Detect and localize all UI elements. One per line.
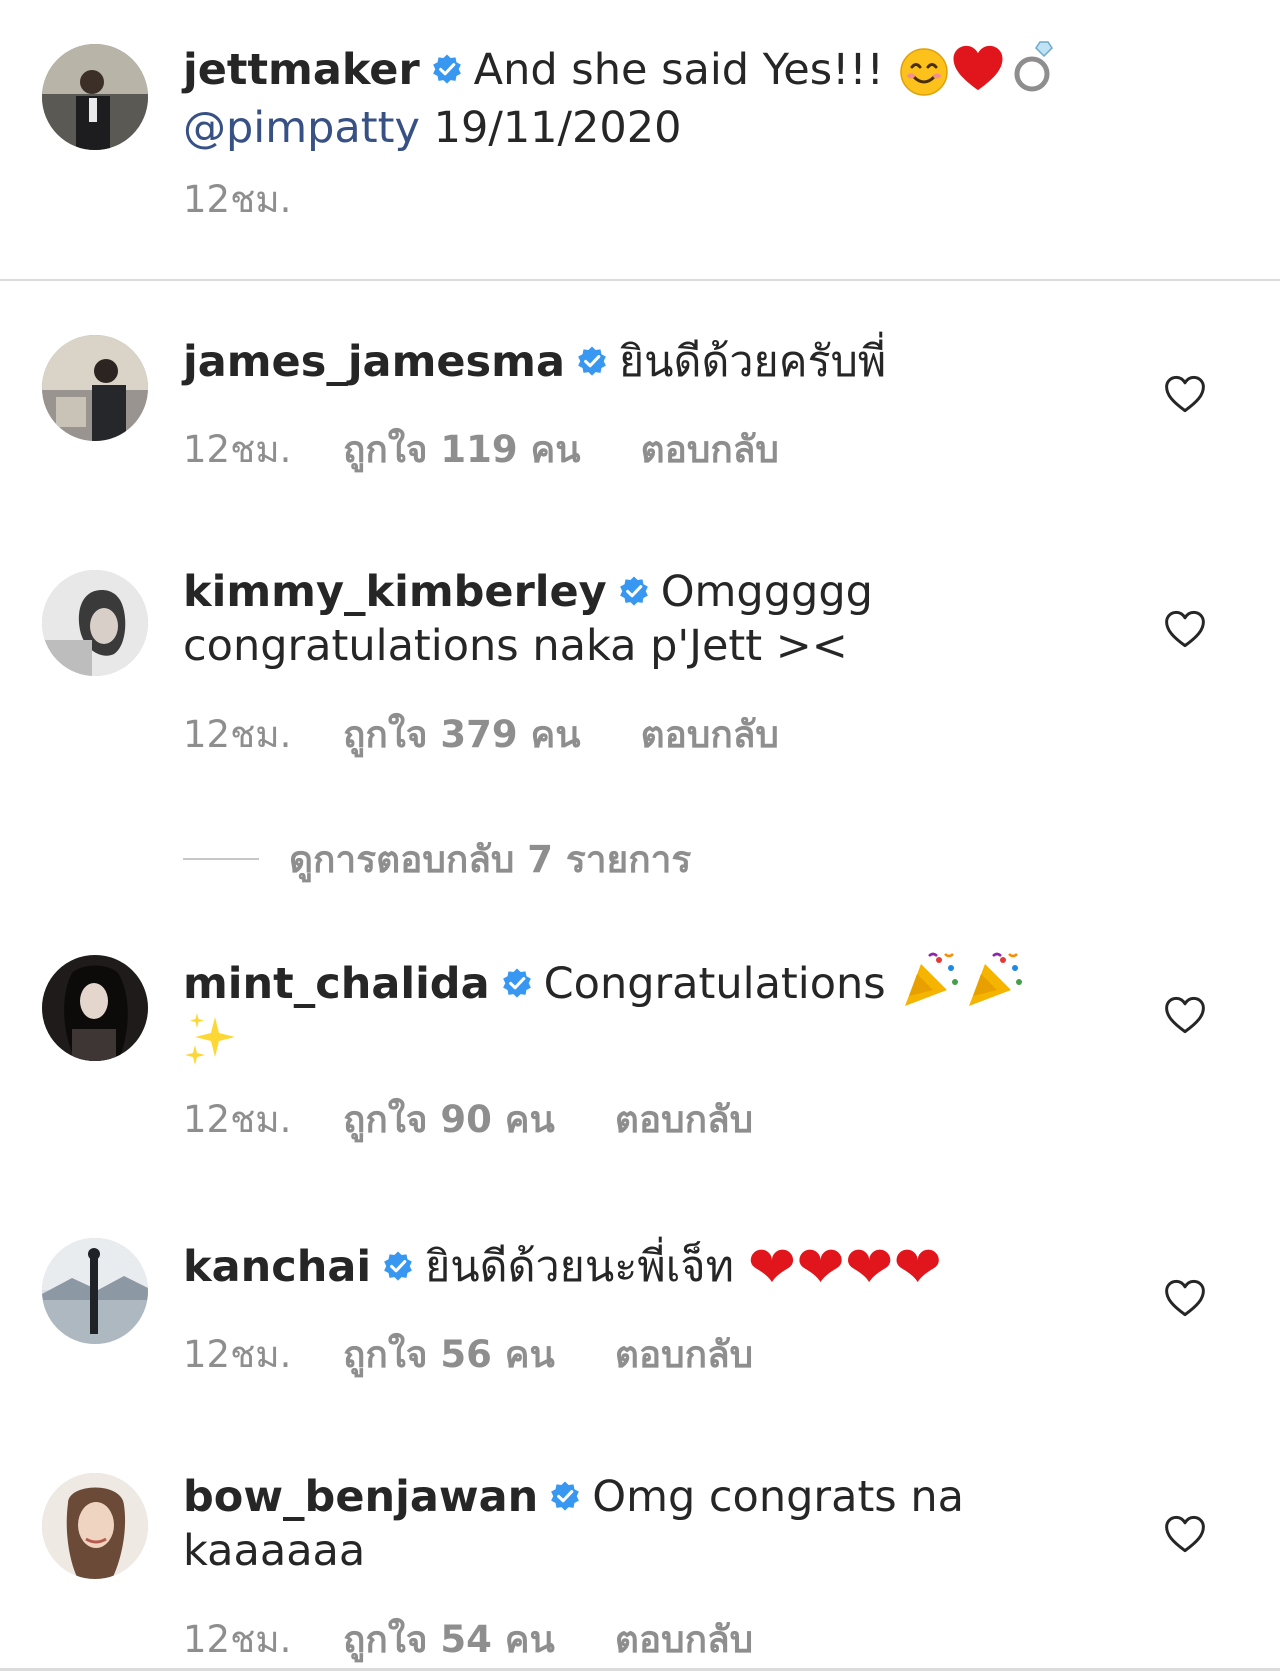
likes-count[interactable]: ถูกใจ 119 คน — [343, 420, 581, 479]
ring-emoji — [1006, 41, 1062, 95]
avatar-image — [42, 335, 148, 441]
avatar[interactable] — [42, 955, 148, 1061]
comment-body: ยินดีด้วยครับพี่ — [618, 337, 887, 387]
post-date: 19/11/2020 — [433, 103, 682, 153]
comment-meta: 12ชม. ถูกใจ 54 คน ตอบกลับ — [183, 1610, 753, 1669]
post-username[interactable]: jettmaker — [183, 45, 420, 95]
party-popper-emoji — [899, 952, 963, 1009]
post-time: 12ชม. — [183, 178, 292, 221]
comment-text: kimmy_kimberley Omggggg congratulations n… — [183, 565, 1143, 673]
party-popper-emoji — [963, 952, 1027, 1009]
comment-username[interactable]: james_jamesma — [183, 337, 565, 387]
likes-count[interactable]: ถูกใจ 90 คน — [343, 1090, 555, 1149]
comment-time: 12ชม. — [183, 1333, 292, 1376]
heart-outline-icon[interactable] — [1164, 1278, 1206, 1318]
reply-button[interactable]: ตอบกลับ — [615, 1610, 753, 1669]
avatar-image — [42, 1238, 148, 1344]
caption-body: And she said Yes!!! — [473, 45, 884, 95]
view-replies-label[interactable]: ดูการตอบกลับ 7 รายการ — [289, 838, 691, 881]
smile-emoji — [898, 48, 950, 99]
reply-button[interactable]: ตอบกลับ — [641, 705, 779, 764]
divider — [183, 858, 259, 860]
heart-outline-icon[interactable] — [1164, 374, 1206, 414]
avatar-image — [42, 570, 148, 676]
comment-meta: 12ชม. ถูกใจ 379 คน ตอบกลับ — [183, 705, 779, 764]
reply-button[interactable]: ตอบกลับ — [615, 1090, 753, 1149]
reply-button[interactable]: ตอบกลับ — [615, 1325, 753, 1384]
divider — [0, 279, 1280, 281]
comment-body: ยินดีด้วยนะพี่เจ็ท — [425, 1242, 734, 1292]
view-replies-link[interactable]: ดูการตอบกลับ 7 รายการ — [183, 830, 691, 889]
avatar[interactable] — [42, 1238, 148, 1344]
comment-time: 12ชม. — [183, 1618, 292, 1661]
comment-body: Congratulations — [543, 959, 886, 1009]
comment-text: kanchai ยินดีด้วยนะพี่เจ็ท ❤❤❤❤ — [183, 1238, 1183, 1296]
likes-count[interactable]: ถูกใจ 56 คน — [343, 1325, 555, 1384]
comment-time: 12ชม. — [183, 428, 292, 471]
comment-username[interactable]: kimmy_kimberley — [183, 567, 607, 617]
comment-username[interactable]: kanchai — [183, 1242, 371, 1292]
comment-meta: 12ชม. ถูกใจ 119 คน ตอบกลับ — [183, 420, 779, 479]
comment-text: mint_chalidaCongratulations 🎉🎉 ✨ — [183, 950, 1083, 1070]
verified-badge-icon — [548, 1479, 582, 1513]
comment-time: 12ชม. — [183, 1098, 292, 1141]
avatar[interactable] — [42, 570, 148, 676]
heart-outline-icon[interactable] — [1164, 609, 1206, 649]
verified-badge-icon — [381, 1249, 415, 1283]
avatar[interactable] — [42, 44, 148, 150]
avatar-image — [42, 44, 148, 150]
avatar-image — [42, 955, 148, 1061]
likes-count[interactable]: ถูกใจ 54 คน — [343, 1610, 555, 1669]
post-meta: 12ชม. — [183, 170, 291, 229]
divider — [0, 1668, 1280, 1671]
heart-outline-icon[interactable] — [1164, 1514, 1206, 1554]
verified-badge-icon — [500, 966, 534, 1000]
comment-meta: 12ชม. ถูกใจ 56 คน ตอบกลับ — [183, 1325, 753, 1384]
comment-text: james_jamesma ยินดีด้วยครับพี่ — [183, 335, 1083, 389]
hearts-emoji: ❤❤❤❤ — [747, 1233, 943, 1301]
verified-badge-icon — [575, 344, 609, 378]
comment-username[interactable]: mint_chalida — [183, 959, 490, 1009]
heart-emoji — [950, 45, 1006, 95]
heart-outline-icon[interactable] — [1164, 995, 1206, 1035]
avatar-image — [42, 1473, 148, 1579]
likes-count[interactable]: ถูกใจ 379 คน — [343, 705, 581, 764]
avatar[interactable] — [42, 1473, 148, 1579]
caption-text: jettmaker And she said Yes!!! @pimpatty 1… — [183, 38, 1183, 155]
reply-button[interactable]: ตอบกลับ — [641, 420, 779, 479]
avatar[interactable] — [42, 335, 148, 441]
comment-username[interactable]: bow_benjawan — [183, 1472, 538, 1522]
mention-link[interactable]: @pimpatty — [183, 103, 420, 153]
comment-text: bow_benjawan Omg congrats na kaaaaaa — [183, 1470, 1083, 1578]
verified-badge-icon — [617, 574, 651, 608]
comment-time: 12ชม. — [183, 713, 292, 756]
sparkles-emoji — [183, 1013, 239, 1068]
comment-meta: 12ชม. ถูกใจ 90 คน ตอบกลับ — [183, 1090, 753, 1149]
verified-badge-icon — [430, 52, 464, 86]
